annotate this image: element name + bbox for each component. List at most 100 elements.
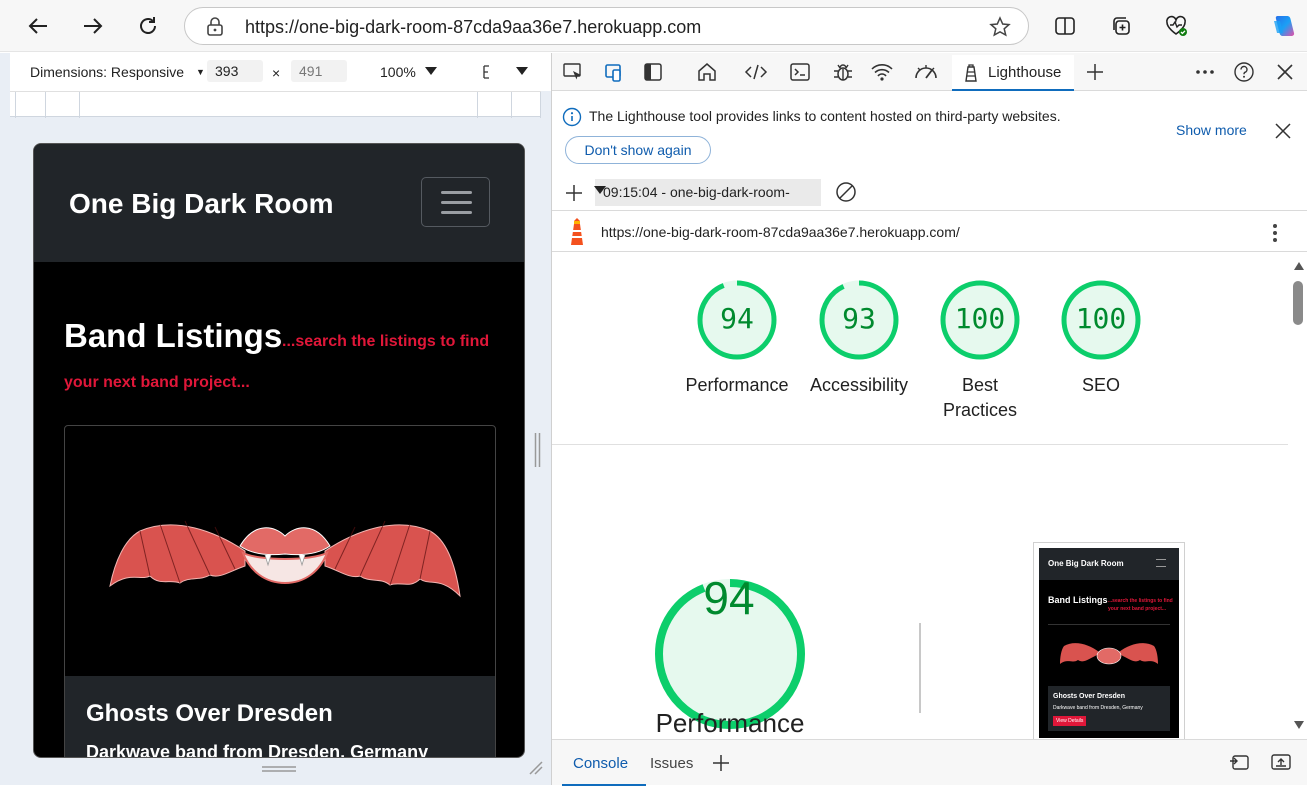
report-scrollbar[interactable]	[1288, 253, 1307, 739]
tab-issues[interactable]: Issues	[650, 755, 693, 772]
navbar-toggler-button[interactable]	[421, 177, 490, 227]
close-devtools-icon[interactable]	[1272, 60, 1298, 84]
zoom-caret-icon[interactable]	[424, 66, 438, 76]
thumbnail-card-text: Darkwave band from Dresden, Germany	[1053, 705, 1143, 711]
throttling-icon[interactable]	[481, 64, 491, 80]
new-report-plus-icon[interactable]	[565, 184, 583, 202]
elements-code-icon[interactable]	[743, 60, 769, 84]
network-wifi-icon[interactable]	[869, 60, 895, 84]
score-value: 94	[720, 302, 754, 335]
browser-toolbar: https://one-big-dark-room-87cda9aa36e7.h…	[0, 0, 1307, 52]
performance-big-label: Performance	[655, 708, 805, 738]
final-screenshot-thumbnail[interactable]: One Big Dark Room Band Listings ...searc…	[1033, 542, 1185, 739]
thumbnail-brand: One Big Dark Room	[1048, 559, 1124, 568]
dont-show-again-button[interactable]: Don't show again	[565, 136, 711, 164]
forward-arrow-icon[interactable]	[79, 12, 107, 40]
thumbnail-page: One Big Dark Room Band Listings ...searc…	[1039, 548, 1179, 738]
scroll-down-arrow-icon[interactable]	[1293, 720, 1305, 730]
thumbnail-card-border	[1048, 624, 1170, 625]
score-summary: 94 Performance 93 Accessibility 100 Best…	[552, 253, 1288, 445]
welcome-home-icon[interactable]	[694, 60, 720, 84]
band-image-vampire-lips-wings	[105, 491, 465, 621]
refresh-icon[interactable]	[134, 12, 162, 40]
browser-essentials-icon[interactable]	[1162, 12, 1190, 40]
thumbnail-subheading: ...search the listings to find your next…	[1108, 598, 1173, 612]
score-label: Performance	[685, 375, 789, 395]
band-card-body: Ghosts Over Dresden Darkwave band from D…	[65, 676, 495, 758]
report-toolbar: 09:15:04 - one-big-dark-room-	[552, 173, 1307, 211]
favorite-star-icon[interactable]	[989, 16, 1011, 38]
address-bar[interactable]: https://one-big-dark-room-87cda9aa36e7.h…	[184, 7, 1029, 45]
score-gauge-accessibility[interactable]: 93 Accessibility	[789, 275, 929, 395]
devtools-panel: Lighthouse The Lighthouse tool provides …	[551, 53, 1307, 786]
width-input[interactable]: 393	[207, 60, 263, 82]
section-divider	[919, 623, 921, 713]
clear-reports-icon[interactable]	[835, 181, 857, 203]
lighthouse-logo-icon	[566, 217, 588, 247]
drawer-add-tool-plus-icon[interactable]	[712, 754, 730, 772]
height-input[interactable]: 491	[291, 60, 347, 82]
score-gauge-seo[interactable]: 100 SEO	[1031, 275, 1171, 395]
show-more-link[interactable]: Show more	[1176, 122, 1247, 138]
tab-lighthouse-label: Lighthouse	[988, 64, 1062, 81]
info-icon	[562, 107, 582, 127]
url-tail: herokuapp.com	[577, 17, 702, 37]
dimensions-dropdown[interactable]: Dimensions: Responsive	[30, 64, 184, 80]
help-icon[interactable]	[1231, 60, 1257, 84]
dimensions-caret-icon[interactable]: ▼	[196, 67, 205, 77]
performance-big-score: 94	[703, 572, 755, 624]
resize-handle-right[interactable]	[534, 433, 541, 467]
console-tool-icon[interactable]	[787, 60, 813, 84]
info-message: The Lighthouse tool provides links to co…	[589, 108, 1061, 124]
report-url-row: https://one-big-dark-room-87cda9aa36e7.h…	[552, 212, 1307, 252]
dimension-separator: ×	[272, 65, 281, 81]
scroll-up-arrow-icon[interactable]	[1293, 261, 1305, 271]
url-host: https://one-big-dark-room-87cda9aa36e7.	[245, 17, 578, 37]
site-navbar: One Big Dark Room	[34, 144, 524, 262]
score-value: 100	[1075, 302, 1127, 335]
thumbnail-heading: Band Listings	[1048, 595, 1108, 605]
drawer-dock-icon[interactable]	[1228, 752, 1250, 772]
score-gauge-best-practices[interactable]: 100 Best Practices	[910, 275, 1050, 420]
band-card-text: Darkwave band from Dresden, Germany	[86, 742, 429, 758]
site-brand[interactable]: One Big Dark Room	[69, 188, 333, 220]
thumbnail-view-details-button: View Details	[1053, 716, 1087, 726]
copilot-icon[interactable]	[1269, 12, 1297, 40]
band-card-title: Ghosts Over Dresden	[86, 700, 333, 727]
address-url[interactable]: https://one-big-dark-room-87cda9aa36e7.h…	[245, 17, 701, 38]
resize-handle-corner[interactable]	[528, 760, 544, 776]
report-selector-dropdown[interactable]: 09:15:04 - one-big-dark-room-	[595, 179, 821, 206]
collections-icon[interactable]	[1107, 12, 1135, 40]
score-label: Best Practices	[942, 375, 1018, 420]
report-dropdown-caret-icon[interactable]	[594, 186, 606, 195]
score-gauge-performance[interactable]: 94 Performance	[667, 275, 807, 395]
more-tools-ellipsis-icon[interactable]	[1192, 60, 1218, 84]
dismiss-info-close-icon[interactable]	[1274, 122, 1292, 140]
add-tool-plus-icon[interactable]	[1082, 60, 1108, 84]
device-emulation-pane: Dimensions: Responsive ▼ 393 × 491 100% …	[0, 53, 551, 785]
more-options-caret-icon[interactable]	[515, 66, 529, 76]
zoom-dropdown[interactable]: 100%	[380, 64, 416, 80]
resize-handle-bottom[interactable]	[262, 765, 296, 773]
device-emulation-icon[interactable]	[600, 60, 626, 84]
report-menu-kebab-icon[interactable]	[1272, 223, 1278, 243]
performance-gauge-icon[interactable]	[913, 60, 939, 84]
sources-bug-icon[interactable]	[830, 60, 856, 84]
lock-icon[interactable]	[206, 17, 224, 37]
score-label: Accessibility	[809, 375, 909, 395]
page-heading: Band Listings	[64, 317, 283, 354]
tab-console[interactable]: Console	[562, 740, 646, 786]
tab-console-label: Console	[573, 755, 629, 772]
devtools-drawer: Console Issues	[552, 739, 1307, 786]
page-subheading-line2: your next band project...	[64, 374, 250, 391]
media-query-ruler[interactable]	[10, 91, 541, 118]
drawer-expand-icon[interactable]	[1270, 752, 1292, 772]
back-arrow-icon[interactable]	[24, 12, 52, 40]
inspect-element-icon[interactable]	[560, 60, 586, 84]
tab-lighthouse[interactable]: Lighthouse	[952, 55, 1074, 91]
split-screen-icon[interactable]	[1051, 12, 1079, 40]
report-url[interactable]: https://one-big-dark-room-87cda9aa36e7.h…	[601, 224, 960, 240]
scroll-thumb[interactable]	[1293, 281, 1303, 325]
band-card[interactable]: Ghosts Over Dresden Darkwave band from D…	[64, 425, 496, 758]
dock-side-icon[interactable]	[640, 60, 666, 84]
